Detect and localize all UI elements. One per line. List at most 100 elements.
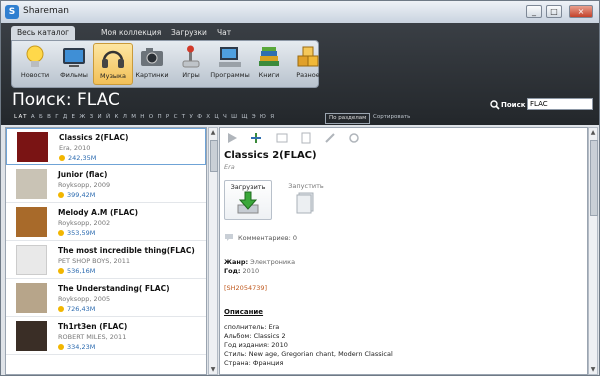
category-misc[interactable]: Разное [288, 43, 328, 85]
detail-scrollbar[interactable]: ▲ ▼ [588, 127, 598, 375]
header-panel: Весь каталог Моя коллекция Загрузки Чат … [1, 23, 599, 125]
download-label: Загрузить [230, 183, 266, 191]
scroll-up-icon[interactable]: ▲ [210, 129, 216, 136]
scrollbar-thumb[interactable] [590, 140, 598, 216]
album-cover [16, 169, 47, 199]
description-line: Альбом: Classics 2 [224, 332, 286, 340]
scroll-down-icon[interactable]: ▼ [210, 366, 216, 373]
tools-icon[interactable] [348, 132, 360, 144]
app-window: S Shareman _ □ × Весь каталог Моя коллек… [0, 0, 600, 376]
coin-icon [58, 192, 64, 198]
category-games[interactable]: Игры [171, 43, 211, 85]
scrollbar-thumb[interactable] [210, 140, 218, 172]
category-label: Картинки [135, 71, 169, 79]
scroll-down-icon[interactable]: ▼ [590, 366, 596, 373]
sort-button[interactable]: Сортировать [373, 114, 410, 120]
category-programs[interactable]: Программы [210, 43, 250, 85]
maximize-button[interactable]: □ [546, 5, 562, 18]
detail-title: Classics 2(FLAC) [224, 150, 317, 161]
category-label: Игры [182, 71, 200, 79]
alphabet-letters[interactable]: А Б В Г Д Е Ж З И Й К Л М Н О П Р С Т У … [31, 114, 275, 120]
comment-icon[interactable] [224, 232, 234, 242]
item-size: 536,16M [58, 267, 95, 275]
description-line: Год издания: 2010 [224, 341, 288, 349]
list-item[interactable]: Junior (flac) Royksopp, 2009 399,42M [6, 166, 206, 203]
list-item[interactable]: Melody A.M (FLAC) Royksopp, 2002 353,59M [6, 204, 206, 241]
share-icon[interactable] [250, 132, 262, 144]
item-size: 726,43M [58, 305, 95, 313]
list-item[interactable]: Classics 2(FLAC) Era, 2010 242,35M [6, 128, 206, 165]
category-pictures[interactable]: Картинки [132, 43, 172, 85]
category-movies[interactable]: Фильмы [54, 43, 94, 85]
description-line: сполнитель: Era [224, 323, 280, 331]
download-icon [237, 191, 259, 214]
release-code[interactable]: [SH2054739] [224, 284, 267, 292]
close-button[interactable]: × [569, 5, 593, 18]
results-list[interactable]: Classics 2(FLAC) Era, 2010 242,35M Junio… [5, 127, 207, 375]
scroll-up-icon[interactable]: ▲ [590, 129, 596, 136]
results-scrollbar[interactable]: ▲ ▼ [208, 127, 218, 375]
item-artist: Royksopp, 2002 [58, 219, 111, 227]
image-icon[interactable] [276, 132, 288, 144]
tab-downloads[interactable]: Загрузки [165, 26, 213, 40]
item-title: Th1rt3en (FLAC) [58, 322, 128, 331]
document-icon[interactable] [300, 132, 312, 144]
title-bar: S Shareman _ □ × [1, 1, 599, 24]
year-field: Год: 2010 [224, 267, 260, 275]
page-title: Поиск: FLAC [12, 90, 120, 110]
album-cover [16, 283, 47, 313]
coin-icon [58, 344, 64, 350]
list-item[interactable]: Th1rt3en (FLAC) ROBERT MILES, 2011 334,2… [6, 318, 206, 355]
play-icon[interactable] [226, 132, 238, 144]
download-button[interactable]: Загрузить [224, 180, 272, 220]
tab-full-catalog[interactable]: Весь каталог [11, 26, 76, 40]
app-logo-icon: S [5, 5, 19, 19]
alphabet-lat[interactable]: LAT [14, 114, 28, 120]
album-cover [16, 321, 47, 351]
album-cover [17, 132, 48, 162]
category-label: Разное [296, 71, 320, 79]
description-heading: Описание [224, 308, 264, 316]
detail-artist: Era [224, 163, 235, 171]
category-books[interactable]: Книги [249, 43, 289, 85]
category-label: Программы [210, 71, 250, 79]
list-item[interactable]: The most incredible thing(FLAC) PET SHOP… [6, 242, 206, 279]
item-size: 353,59M [58, 229, 95, 237]
alphabet-filter[interactable]: LAT А Б В Г Д Е Ж З И Й К Л М Н О П Р С … [14, 114, 275, 120]
joystick-icon [182, 45, 200, 68]
item-size: 334,23M [58, 343, 95, 351]
tab-my-collection[interactable]: Моя коллекция [95, 26, 167, 40]
item-artist: Royksopp, 2009 [58, 181, 111, 189]
coin-icon [58, 306, 64, 312]
tab-chat[interactable]: Чат [211, 26, 237, 40]
boxes-icon [297, 46, 319, 67]
coin-icon [58, 230, 64, 236]
item-artist: ROBERT MILES, 2011 [58, 333, 127, 341]
list-item[interactable]: The Understanding( FLAC) Royksopp, 2005 … [6, 280, 206, 317]
category-music[interactable]: Музыка [93, 43, 133, 85]
coin-icon [59, 155, 65, 161]
album-cover [16, 245, 47, 275]
window-title: Shareman [23, 6, 69, 16]
description-line: Стиль: New age, Gregorian chant, Modern … [224, 350, 393, 358]
run-button[interactable]: Запустить [282, 180, 330, 220]
minimize-button[interactable]: _ [526, 5, 542, 18]
detail-panel: Classics 2(FLAC) Era Загрузить Запустить… [219, 127, 588, 375]
item-size: 242,35M [59, 154, 96, 162]
comments-count[interactable]: Комментариев: 0 [238, 234, 297, 242]
category-label: Книги [258, 71, 280, 79]
by-section-button[interactable]: По разделам [325, 113, 371, 124]
books-icon [259, 47, 279, 66]
tv-icon [63, 48, 85, 67]
search-icon [490, 100, 500, 110]
run-icon [296, 192, 314, 214]
category-news[interactable]: Новости [15, 43, 55, 85]
description-line: Страна: Франция [224, 359, 284, 367]
camera-icon [141, 48, 163, 66]
category-label: Фильмы [60, 71, 88, 79]
headphones-icon [102, 50, 124, 68]
item-title: The Understanding( FLAC) [58, 284, 170, 293]
item-size: 399,42M [58, 191, 95, 199]
edit-icon[interactable] [324, 132, 336, 144]
search-input[interactable]: FLAC [527, 98, 593, 110]
